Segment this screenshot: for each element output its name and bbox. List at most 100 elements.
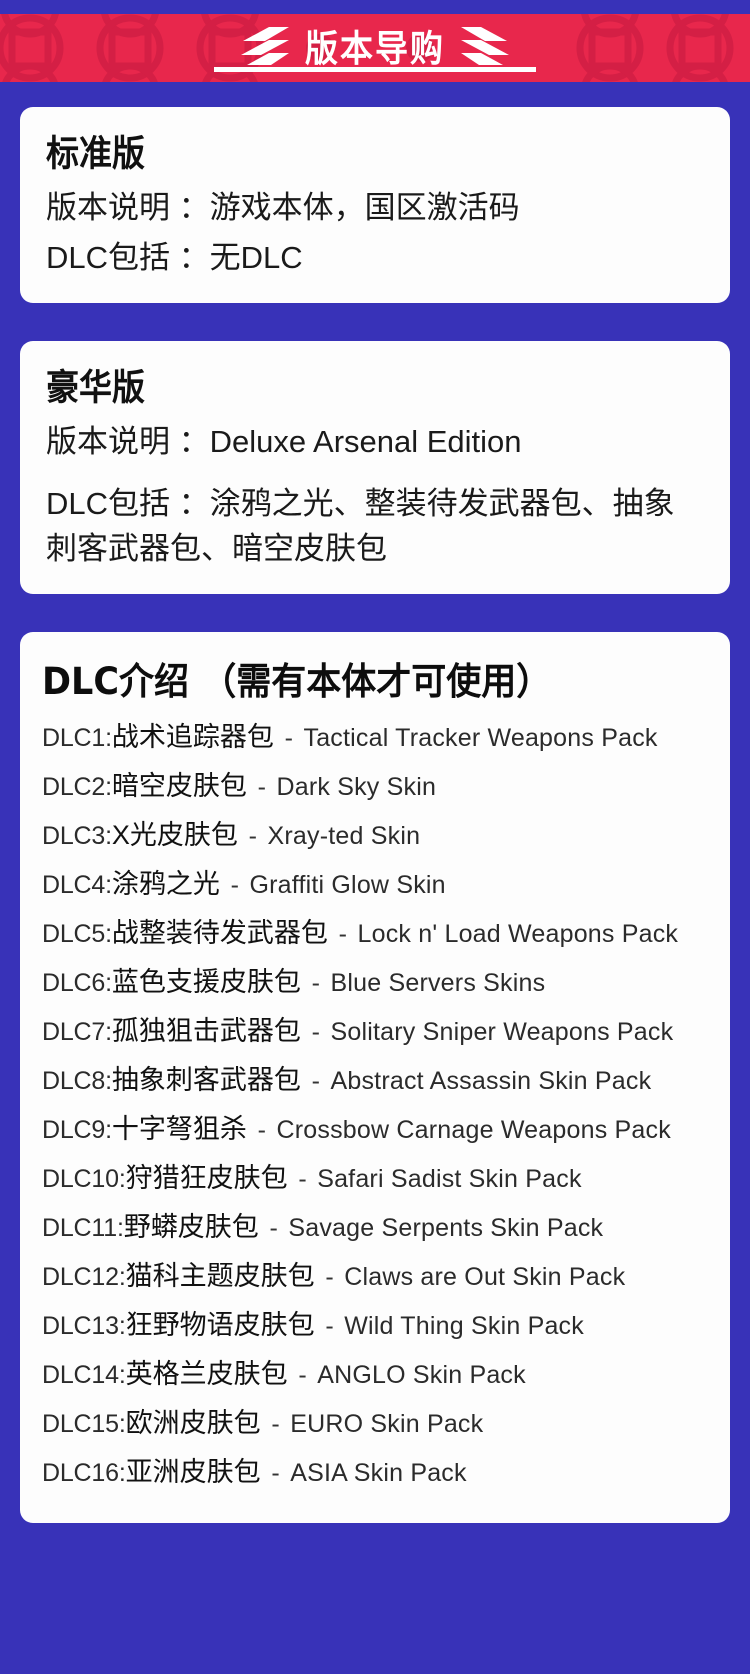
dlc-item-id: DLC5: [42, 919, 112, 948]
dlc-section-heading: DLC介绍 （需有本体才可使用） [42, 661, 552, 704]
dlc-item-name-cn: 暗空皮肤包 [111, 770, 247, 801]
dlc-list-item: DLC8:抽象刺客武器包 - Abstract Assassin Skin Pa… [42, 1056, 708, 1105]
dlc-item-name-cn: 孤独狙击武器包 [111, 1015, 301, 1046]
dlc-item-name-cn: 涂鸦之光 [111, 868, 220, 899]
dlc-item-name-cn: 战术追踪器包 [111, 721, 274, 752]
dlc-item-id: DLC14: [42, 1360, 126, 1389]
dlc-item-separator: - [304, 1017, 327, 1046]
dlc-item-separator: - [223, 870, 246, 899]
dlc-item-separator: - [264, 1409, 287, 1438]
edition-title: 豪华版 [46, 365, 145, 408]
dlc-item-separator: - [318, 1262, 341, 1291]
dlc-list-item: DLC10:狩猎狂皮肤包 - Safari Sadist Skin Pack [42, 1154, 708, 1203]
dlc-list-item: DLC2:暗空皮肤包 - Dark Sky Skin [42, 762, 708, 811]
dlc-item-name-cn: 狩猎狂皮肤包 [125, 1162, 288, 1193]
dlc-item-name-cn: 欧洲皮肤包 [125, 1407, 261, 1438]
dlc-item-id: DLC8: [42, 1066, 112, 1095]
dlc-item-name-en: Dark Sky Skin [276, 772, 437, 801]
dlc-item-name-cn: 猫科主题皮肤包 [125, 1260, 315, 1291]
banner-container: 版本导购 [0, 0, 750, 82]
dlc-item-id: DLC16: [42, 1458, 126, 1487]
edition-dlc-line: DLC包括 ：涂鸦之光、整装待发武器包、抽象刺客武器包、暗空皮肤包 [46, 481, 704, 573]
dlc-item-separator: - [250, 772, 273, 801]
dlc-item-name-en: Xray-ted Skin [267, 821, 421, 850]
dlc-item-separator: - [318, 1311, 341, 1340]
dlc-item-id: DLC11: [42, 1213, 124, 1242]
dlc-item-name-en: Safari Sadist Skin Pack [317, 1164, 582, 1193]
dlc-list-item: DLC4:涂鸦之光 - Graffiti Glow Skin [42, 860, 708, 909]
dlc-item-name-en: Graffiti Glow Skin [249, 870, 446, 899]
dlc-item-name-cn: 蓝色支援皮肤包 [111, 966, 301, 997]
dlc-list-item: DLC3:X光皮肤包 - Xray-ted Skin [42, 811, 708, 860]
dlc-item-separator: - [291, 1360, 314, 1389]
edition-description-label: 版本说明 ： [46, 189, 210, 225]
dlc-item-separator: - [262, 1213, 285, 1242]
dlc-item-separator: - [264, 1458, 287, 1487]
edition-dlc-label: DLC包括 ： [46, 239, 210, 275]
dlc-list-item: DLC11:野蟒皮肤包 - Savage Serpents Skin Pack [42, 1203, 708, 1252]
dlc-item-name-cn: 亚洲皮肤包 [125, 1456, 261, 1487]
dlc-item-name-en: ASIA Skin Pack [290, 1458, 467, 1487]
dlc-item-name-cn: 狂野物语皮肤包 [125, 1309, 315, 1340]
dlc-item-name-en: Savage Serpents Skin Pack [288, 1213, 604, 1242]
banner-title-underline [214, 67, 536, 72]
edition-dlc-line: DLC包括 ：无DLC [46, 235, 704, 281]
dlc-item-name-cn: 英格兰皮肤包 [125, 1358, 288, 1389]
dlc-list-item: DLC1:战术追踪器包 - Tactical Tracker Weapons P… [42, 713, 708, 762]
dlc-item-name-en: Claws are Out Skin Pack [344, 1262, 626, 1291]
dlc-item-name-en: EURO Skin Pack [290, 1409, 484, 1438]
edition-description-line: 版本说明 ：Deluxe Arsenal Edition [46, 419, 704, 465]
dlc-item-name-cn: X光皮肤包 [111, 819, 238, 850]
dlc-item-name-cn: 战整装待发武器包 [111, 917, 328, 948]
dlc-item-name-en: Crossbow Carnage Weapons Pack [276, 1115, 671, 1144]
dlc-list-item: DLC6:蓝色支援皮肤包 - Blue Servers Skins [42, 958, 708, 1007]
dlc-intro-card: DLC介绍 （需有本体才可使用） DLC1:战术追踪器包 - Tactical … [20, 632, 730, 1523]
dlc-list-item: DLC14:英格兰皮肤包 - ANGLO Skin Pack [42, 1350, 708, 1399]
dlc-list-item: DLC5:战整装待发武器包 - Lock n' Load Weapons Pac… [42, 909, 708, 958]
dlc-item-id: DLC7: [42, 1017, 112, 1046]
dlc-item-separator: - [291, 1164, 314, 1193]
dlc-item-name-en: Abstract Assassin Skin Pack [330, 1066, 652, 1095]
dlc-item-name-en: Solitary Sniper Weapons Pack [330, 1017, 674, 1046]
dlc-list-item: DLC16:亚洲皮肤包 - ASIA Skin Pack [42, 1448, 708, 1497]
dlc-item-id: DLC13: [42, 1311, 126, 1340]
header-banner: 版本导购 [0, 14, 750, 82]
dlc-item-id: DLC2: [42, 772, 112, 801]
dlc-item-separator: - [304, 968, 327, 997]
dlc-item-id: DLC12: [42, 1262, 126, 1291]
dlc-item-id: DLC1: [42, 723, 112, 752]
dlc-item-name-cn: 野蟒皮肤包 [123, 1211, 259, 1242]
dlc-item-name-en: ANGLO Skin Pack [317, 1360, 526, 1389]
dlc-item-name-cn: 十字弩狙杀 [111, 1113, 247, 1144]
edition-title: 标准版 [46, 131, 145, 175]
dlc-list-item: DLC13:狂野物语皮肤包 - Wild Thing Skin Pack [42, 1301, 708, 1350]
dlc-item-name-en: Blue Servers Skins [330, 968, 546, 997]
dlc-item-name-en: Lock n' Load Weapons Pack [357, 919, 679, 948]
dlc-item-separator: - [331, 919, 354, 948]
edition-description-value: Deluxe Arsenal Edition [209, 423, 522, 459]
dlc-item-separator: - [241, 821, 264, 850]
slash-decoration-icon [461, 27, 509, 65]
dlc-list-item: DLC9:十字弩狙杀 - Crossbow Carnage Weapons Pa… [42, 1105, 708, 1154]
dlc-item-separator: - [250, 1115, 273, 1144]
dlc-item-name-cn: 抽象刺客武器包 [111, 1064, 301, 1095]
edition-card-deluxe: 豪华版 版本说明 ：Deluxe Arsenal Edition DLC包括 ：… [20, 340, 730, 595]
edition-card-standard: 标准版 版本说明 ：游戏本体，国区激活码 DLC包括 ：无DLC [20, 107, 730, 303]
page-body: 标准版 版本说明 ：游戏本体，国区激活码 DLC包括 ：无DLC 豪华版 版本说… [0, 82, 750, 1553]
banner-title: 版本导购 [305, 26, 445, 70]
edition-description-line: 版本说明 ：游戏本体，国区激活码 [46, 185, 704, 231]
dlc-item-id: DLC10: [42, 1164, 126, 1193]
edition-description-value: 游戏本体，国区激活码 [209, 189, 520, 225]
dlc-list-item: DLC12:猫科主题皮肤包 - Claws are Out Skin Pack [42, 1252, 708, 1301]
dlc-list: DLC1:战术追踪器包 - Tactical Tracker Weapons P… [42, 713, 708, 1497]
dlc-item-separator: - [304, 1066, 327, 1095]
slash-decoration-icon [241, 27, 289, 65]
edition-description-label: 版本说明 ： [46, 423, 210, 459]
dlc-item-separator: - [277, 723, 300, 752]
dlc-item-name-en: Wild Thing Skin Pack [344, 1311, 584, 1340]
dlc-list-item: DLC15:欧洲皮肤包 - EURO Skin Pack [42, 1399, 708, 1448]
dlc-item-id: DLC6: [42, 968, 112, 997]
dlc-item-id: DLC9: [42, 1115, 112, 1144]
dlc-item-name-en: Tactical Tracker Weapons Pack [303, 723, 658, 752]
dlc-list-item: DLC7:孤独狙击武器包 - Solitary Sniper Weapons P… [42, 1007, 708, 1056]
